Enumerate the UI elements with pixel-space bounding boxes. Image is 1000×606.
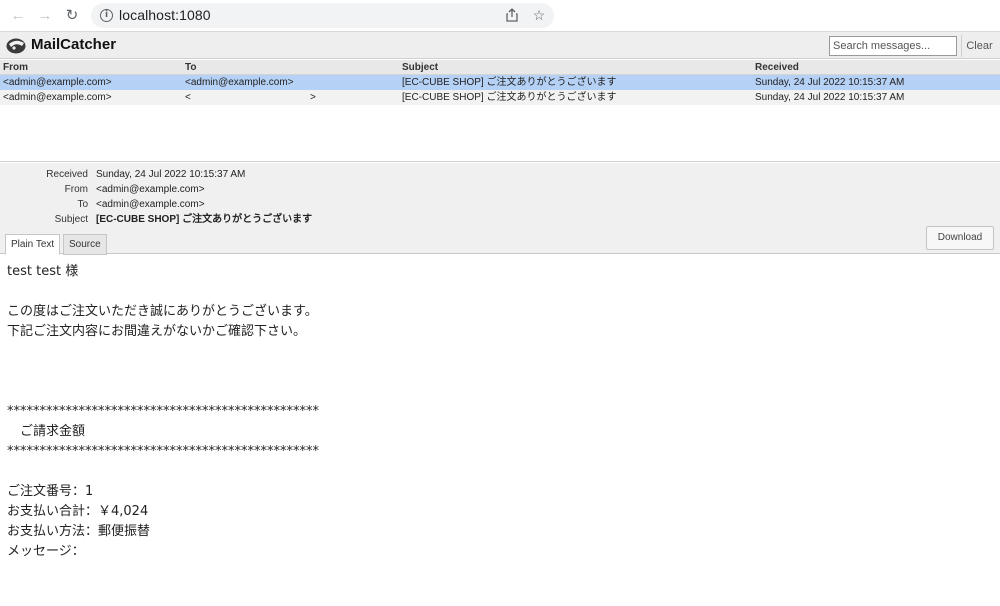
meta-value: <admin@example.com> bbox=[96, 184, 205, 195]
share-icon bbox=[506, 8, 518, 22]
message-to: <admin@example.com> bbox=[185, 77, 294, 88]
app-header: MailCatcher Clear bbox=[0, 31, 1000, 59]
mailcatcher-logo-icon bbox=[6, 38, 26, 54]
download-button[interactable]: Download bbox=[926, 226, 994, 250]
address-bar[interactable]: i localhost:1080 ☆ bbox=[91, 3, 554, 28]
tab-source[interactable]: Source bbox=[63, 234, 107, 255]
app-title: MailCatcher bbox=[31, 36, 117, 53]
message-from: <admin@example.com> bbox=[3, 77, 112, 88]
meta-to: To <admin@example.com> bbox=[0, 197, 600, 212]
share-button[interactable] bbox=[503, 6, 521, 24]
message-detail-header: Received Sunday, 24 Jul 2022 10:15:37 AM… bbox=[0, 163, 1000, 255]
clear-button[interactable]: Clear bbox=[961, 35, 997, 57]
meta-value: Sunday, 24 Jul 2022 10:15:37 AM bbox=[96, 169, 246, 180]
browser-toolbar: ← → ↻ i localhost:1080 ☆ bbox=[0, 0, 1000, 31]
info-icon[interactable]: i bbox=[100, 9, 113, 22]
arrow-left-icon: ← bbox=[10, 7, 26, 24]
message-subject: [EC-CUBE SHOP] ご注文ありがとうございます bbox=[402, 92, 617, 103]
column-received[interactable]: Received bbox=[755, 62, 799, 73]
arrow-right-icon: → bbox=[37, 7, 53, 24]
message-list-header: From To Subject Received bbox=[0, 60, 1000, 75]
message-subject: [EC-CUBE SHOP] ご注文ありがとうございます bbox=[402, 77, 617, 88]
reload-button[interactable]: ↻ bbox=[62, 6, 82, 26]
message-received: Sunday, 24 Jul 2022 10:15:37 AM bbox=[755, 92, 905, 103]
forward-button[interactable]: → bbox=[35, 6, 55, 26]
message-list: From To Subject Received <admin@example.… bbox=[0, 60, 1000, 162]
column-from[interactable]: From bbox=[3, 62, 28, 73]
bookmark-button[interactable]: ☆ bbox=[530, 6, 548, 24]
meta-value: <admin@example.com> bbox=[96, 199, 205, 210]
star-icon: ☆ bbox=[532, 7, 546, 23]
message-row[interactable]: <admin@example.com> < > [EC-CUBE SHOP] ご… bbox=[0, 90, 1000, 105]
message-to-start: < bbox=[185, 92, 191, 103]
tab-plain-text[interactable]: Plain Text bbox=[5, 234, 61, 255]
message-received: Sunday, 24 Jul 2022 10:15:37 AM bbox=[755, 77, 905, 88]
meta-label: To bbox=[77, 199, 88, 210]
message-body: test test 様 この度はご注文いただき誠にありがとうございます。 下記ご… bbox=[7, 264, 319, 559]
message-to-end: > bbox=[310, 92, 316, 103]
meta-from: From <admin@example.com> bbox=[0, 182, 600, 197]
reload-icon: ↻ bbox=[65, 7, 79, 24]
meta-label: Received bbox=[46, 169, 88, 180]
message-row[interactable]: <admin@example.com> <admin@example.com> … bbox=[0, 75, 1000, 90]
meta-label: From bbox=[64, 184, 88, 195]
meta-received: Received Sunday, 24 Jul 2022 10:15:37 AM bbox=[0, 167, 600, 182]
search-input[interactable] bbox=[829, 36, 957, 56]
message-from: <admin@example.com> bbox=[3, 92, 112, 103]
column-subject[interactable]: Subject bbox=[402, 62, 438, 73]
url-text: localhost:1080 bbox=[119, 7, 211, 23]
meta-label: Subject bbox=[54, 214, 88, 225]
meta-value: [EC-CUBE SHOP] ご注文ありがとうございます bbox=[96, 214, 313, 225]
back-button[interactable]: ← bbox=[8, 6, 28, 26]
meta-subject: Subject [EC-CUBE SHOP] ご注文ありがとうございます bbox=[0, 212, 600, 227]
column-to[interactable]: To bbox=[185, 62, 196, 73]
